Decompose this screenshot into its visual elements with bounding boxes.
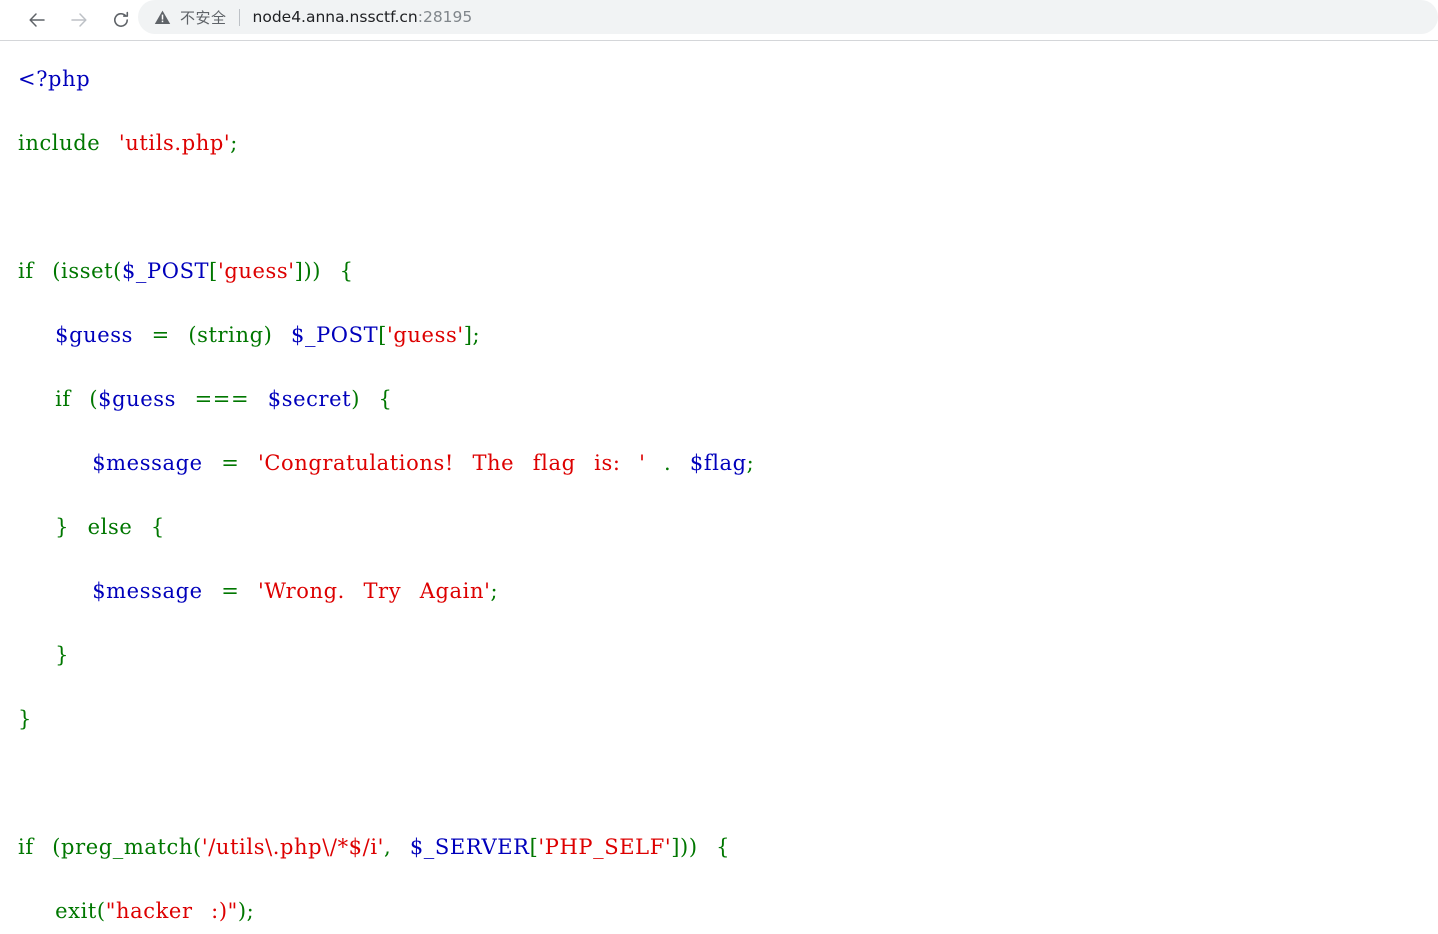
code-token-kw: ) {: [351, 387, 393, 411]
page-content: <?php include 'utils.php'; if (isset($_P…: [0, 42, 1438, 934]
code-token-kw: ;: [746, 451, 755, 475]
reload-icon: [114, 11, 129, 27]
code-token-str: 'utils.php': [118, 131, 231, 155]
code-line: } else {: [18, 511, 754, 543]
code-line: $guess = (string) $_POST['guess'];: [18, 319, 754, 351]
url-host: node4.anna.nssctf.cn: [252, 8, 418, 26]
code-line: if (preg_match('/utils\.php\/*$/i', $_SE…: [18, 831, 754, 863]
code-token-kw: [: [209, 259, 218, 283]
code-token-var: <?php: [18, 67, 91, 91]
code-token-kw: [18, 323, 55, 347]
code-line: <?php: [18, 63, 754, 95]
code-token-kw: .: [645, 451, 690, 475]
code-token-kw: } else {: [18, 515, 165, 539]
code-token-var: $flag: [689, 451, 747, 475]
back-arrow-icon: [29, 13, 45, 27]
code-line: include 'utils.php';: [18, 127, 754, 159]
code-line: }: [18, 639, 754, 671]
code-token-kw: );: [237, 899, 255, 923]
forward-arrow-icon: [71, 13, 87, 27]
code-token-kw: [18, 451, 92, 475]
php-source-listing: <?php include 'utils.php'; if (isset($_P…: [18, 63, 754, 934]
code-token-var: $_POST: [291, 323, 379, 347]
code-token-var: $message: [92, 451, 203, 475]
code-token-str: 'Congratulations! The flag is: ': [257, 451, 646, 475]
code-token-kw: }: [18, 707, 32, 731]
code-token-str: 'Wrong. Try Again': [257, 579, 491, 603]
code-token-kw: ])) {: [671, 835, 731, 859]
warning-triangle-icon: [154, 10, 171, 24]
security-status-label: 不安全: [180, 8, 227, 27]
code-token-kw: [18, 579, 92, 603]
code-token-var: $secret: [267, 387, 352, 411]
code-token-kw: if (isset(: [18, 259, 122, 283]
code-token-kw: [: [378, 323, 388, 347]
code-token-kw: ];: [463, 323, 481, 347]
code-line: if (isset($_POST['guess'])) {: [18, 255, 754, 287]
code-token-kw: include: [18, 131, 119, 155]
code-token-kw: ,: [384, 835, 410, 859]
code-token-kw: }: [18, 643, 70, 667]
url-port: :28195: [417, 8, 473, 26]
forward-button[interactable]: [64, 5, 94, 35]
code-token-str: "hacker :)": [105, 899, 238, 923]
back-button[interactable]: [22, 5, 52, 35]
code-token-str: '/utils\.php\/*$/i': [201, 835, 385, 859]
code-token-kw: =: [202, 579, 258, 603]
code-token-var: $guess: [98, 387, 177, 411]
code-line: exit("hacker :)");: [18, 895, 754, 927]
url-text[interactable]: node4.anna.nssctf.cn:28195: [253, 8, 473, 26]
code-line: $message = 'Congratulations! The flag is…: [18, 447, 754, 479]
reload-button[interactable]: [106, 5, 136, 35]
address-bar[interactable]: 不安全 node4.anna.nssctf.cn:28195: [138, 0, 1438, 34]
omnibox-divider: [238, 8, 240, 26]
code-token-str: 'guess': [387, 323, 464, 347]
code-token-kw: exit(: [18, 899, 106, 923]
code-token-kw: ===: [176, 387, 268, 411]
code-line: }: [18, 703, 754, 735]
code-token-var: $message: [92, 579, 203, 603]
code-token-var: $_SERVER: [409, 835, 530, 859]
code-token-str: 'guess': [217, 259, 295, 283]
code-token-var: $_POST: [121, 259, 210, 283]
code-line: if ($guess === $secret) {: [18, 383, 754, 415]
browser-toolbar: 不安全 node4.anna.nssctf.cn:28195: [0, 0, 1438, 41]
code-token-kw: = (string): [133, 323, 292, 347]
code-token-kw: if (preg_match(: [18, 835, 202, 859]
code-token-kw: ])) {: [294, 259, 354, 283]
code-token-kw: =: [202, 451, 258, 475]
code-token-kw: if (: [18, 387, 99, 411]
code-token-kw: ;: [490, 579, 499, 603]
security-status-chip[interactable]: 不安全: [154, 7, 227, 28]
code-line: $message = 'Wrong. Try Again';: [18, 575, 754, 607]
code-token-var: $guess: [55, 323, 134, 347]
code-token-str: 'PHP_SELF': [538, 835, 672, 859]
code-token-kw: ;: [230, 131, 238, 155]
